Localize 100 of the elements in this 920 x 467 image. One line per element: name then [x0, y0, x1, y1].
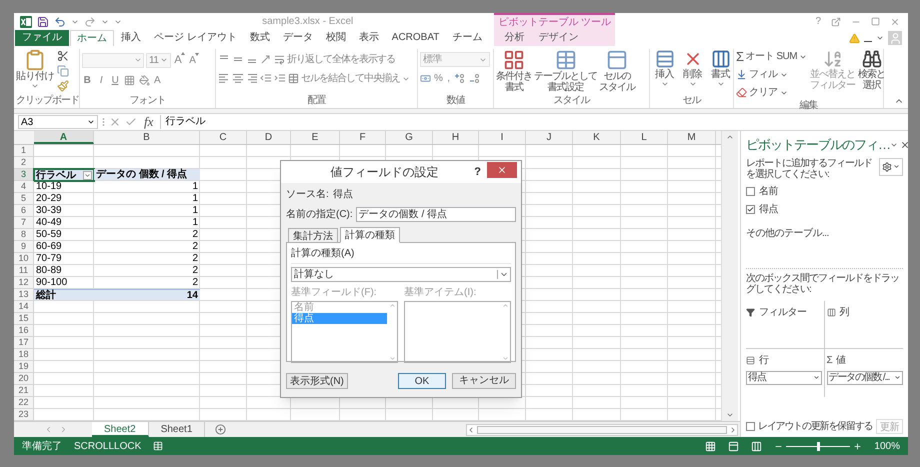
pane-settings-button[interactable] [879, 158, 903, 176]
clear-button[interactable]: クリア [736, 85, 808, 100]
column-header[interactable]: E [291, 131, 340, 144]
name-box[interactable]: A3 [18, 115, 98, 129]
row-header[interactable]: 14 [14, 301, 34, 313]
row-header[interactable]: 21 [14, 385, 34, 397]
column-header[interactable]: K [573, 131, 621, 144]
row-header[interactable]: 12 [14, 277, 34, 289]
percent-button[interactable]: % [434, 71, 442, 86]
enter-icon [125, 116, 137, 128]
ribbon-tab[interactable]: 挿入 [115, 30, 147, 46]
font-color-button[interactable]: A [154, 72, 160, 88]
ribbon-tab[interactable]: ホーム [70, 30, 114, 46]
shrink-font-button[interactable]: A [188, 52, 200, 68]
ribbon-tab[interactable]: 数式 [244, 30, 276, 46]
number-format-button[interactable]: 表示形式(N) [286, 373, 348, 389]
area-field-dropdown[interactable]: 得点 [746, 370, 822, 384]
cells-button[interactable]: 削除 [680, 49, 705, 95]
formula-field[interactable]: 行ラベル [160, 115, 904, 129]
style-button[interactable]: 条件付き 書式 [496, 49, 532, 95]
ribbon-tab[interactable]: ACROBAT [386, 30, 446, 46]
dialog-tab[interactable]: 計算の種類 [340, 227, 400, 243]
find-select-button[interactable]: 検索と 選択 [858, 49, 886, 100]
merge-center-button[interactable]: セルを結合して中央揃え [288, 71, 410, 86]
column-header[interactable]: F [340, 131, 386, 144]
field-checkbox[interactable] [746, 204, 755, 214]
column-header[interactable]: J [526, 131, 573, 144]
vertical-scrollbar[interactable] [721, 131, 738, 421]
scroll-thumb[interactable] [477, 426, 727, 434]
calc-type-select[interactable]: 計算なし [291, 267, 511, 282]
fill-button[interactable]: フィル [736, 67, 808, 82]
add-sheet-icon [215, 424, 226, 435]
ribbon-tab[interactable]: データ [276, 30, 319, 46]
cells-button[interactable]: 書式 [708, 49, 733, 95]
row-header[interactable]: 17 [14, 337, 34, 349]
row-header[interactable]: 15 [14, 313, 34, 325]
ribbon-tab[interactable]: チーム [446, 30, 488, 46]
cells-button[interactable]: 挿入 [652, 49, 677, 95]
row-header[interactable]: 1 [14, 145, 34, 157]
ribbon-tab[interactable]: デザイン [532, 30, 584, 46]
column-header[interactable]: L [621, 131, 668, 144]
style-button[interactable]: セルの スタイル [599, 49, 635, 95]
row-header[interactable]: 9 [14, 241, 34, 253]
sheet-tab[interactable]: Sheet2 [92, 422, 149, 437]
ribbon-tab[interactable]: 分析 [498, 30, 530, 46]
font-style-button[interactable]: U [110, 72, 120, 88]
autosum-button[interactable]: Σ オート SUM [736, 49, 808, 64]
help-button[interactable]: ? [468, 164, 487, 180]
row-header[interactable]: 3 [14, 169, 34, 181]
row-header[interactable]: 2 [14, 157, 34, 169]
dialog-tab[interactable]: 集計方法 [288, 228, 338, 242]
font-style-button[interactable]: I [96, 72, 106, 88]
name-field[interactable]: データの個数 / 得点 [356, 207, 516, 222]
row-header[interactable]: 10 [14, 253, 34, 265]
insert-function-button[interactable]: fx [141, 112, 156, 132]
row-header[interactable]: 23 [14, 409, 34, 421]
field-checkbox[interactable] [746, 186, 755, 196]
row-header[interactable]: 7 [14, 217, 34, 229]
area-field-dropdown[interactable]: データの個数 /... [826, 370, 903, 384]
wrap-text-icon [274, 54, 285, 65]
more-tables-link[interactable]: その他のテーブル... [746, 226, 903, 240]
row-header[interactable]: 16 [14, 325, 34, 337]
horizontal-scrollbar[interactable] [466, 424, 738, 436]
font-name-field[interactable] [82, 52, 144, 68]
row-header[interactable]: 19 [14, 361, 34, 373]
avatar[interactable] [888, 31, 902, 45]
defer-checkbox[interactable] [746, 422, 755, 431]
column-header[interactable]: I [479, 131, 526, 144]
column-header[interactable]: C [200, 131, 247, 144]
column-header[interactable]: A [34, 131, 94, 144]
row-header[interactable]: 4 [14, 181, 34, 193]
column-header[interactable]: H [433, 131, 479, 144]
row-header[interactable]: 6 [14, 205, 34, 217]
row-header[interactable]: 20 [14, 373, 34, 385]
ribbon-tab[interactable]: ページ レイアウト [148, 30, 243, 46]
close-button[interactable] [487, 162, 517, 178]
cancel-button[interactable]: キャンセル [452, 373, 516, 389]
column-header[interactable]: B [94, 131, 200, 144]
ok-button[interactable]: OK [398, 373, 446, 389]
paste-button[interactable]: 貼り付け [16, 49, 54, 95]
grow-font-button[interactable]: A [173, 52, 186, 68]
column-header[interactable]: M [668, 131, 716, 144]
font-style-button[interactable]: B [82, 72, 92, 88]
ribbon-tab[interactable]: 表示 [352, 30, 385, 46]
row-header[interactable]: 13 [14, 289, 34, 301]
style-button[interactable]: テーブルとして 書式設定 [534, 49, 597, 95]
row-header[interactable]: 5 [14, 193, 34, 205]
rows-icon [746, 356, 755, 364]
row-header[interactable]: 11 [14, 265, 34, 277]
row-header[interactable]: 8 [14, 229, 34, 241]
row-header[interactable]: 18 [14, 349, 34, 361]
ribbon-tab[interactable]: ファイル [15, 30, 69, 46]
column-header[interactable]: G [386, 131, 433, 144]
row-header[interactable]: 22 [14, 397, 34, 409]
ribbon-tab[interactable]: 校閲 [320, 30, 352, 46]
comma-button[interactable]: , [445, 71, 452, 86]
wrap-text-button[interactable]: 折り返して全体を表示する [274, 52, 395, 67]
scroll-down-icon [726, 411, 734, 419]
column-header[interactable]: D [247, 131, 291, 144]
active-cell[interactable]: 行ラベル [34, 169, 94, 181]
